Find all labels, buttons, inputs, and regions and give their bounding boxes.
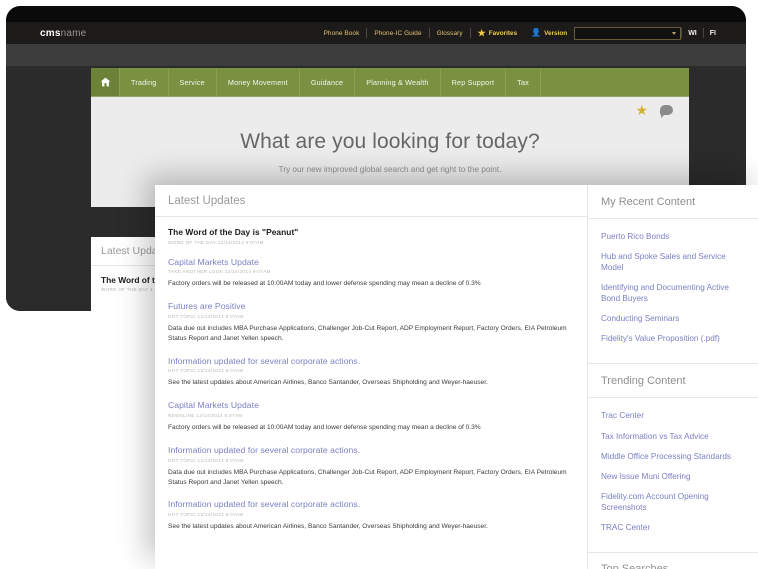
trending-content-list: Trac Center Tax Information vs Tax Advic… (588, 398, 758, 551)
hero-icon-group: ★ (635, 103, 673, 118)
screenshot-stage: cmsname Phone Book Phone-IC Guide Glossa… (0, 0, 758, 569)
update-title[interactable]: Futures are Positive (168, 301, 574, 312)
recent-item-link[interactable]: Hub and Spoke Sales and Service Model (601, 251, 745, 273)
update-meta: TAKE ANOTHER LOOK 12/14/2014 9:07AM (168, 269, 271, 275)
trending-content-section: Trending Content Trac Center Tax Informa… (588, 364, 758, 551)
chat-bubble-icon[interactable] (660, 105, 673, 118)
favorites-label: Favorites (488, 29, 518, 37)
update-description: Data due out includes MBA Purchase Appli… (168, 324, 567, 342)
nav-item-rep-support[interactable]: Rep Support (441, 68, 507, 96)
sidebar-panel: My Recent Content Puerto Rico Bonds Hub … (588, 185, 758, 569)
update-item[interactable]: Futures are Positive HOT TOPIC 12/14/201… (168, 301, 574, 344)
latest-updates-panel: Latest Updates The Word of the Day is "P… (155, 185, 588, 569)
update-item[interactable]: Capital Markets Update NEWSLINE 12/14/20… (168, 400, 574, 433)
nav-item-money-movement[interactable]: Money Movement (217, 68, 300, 96)
update-title[interactable]: Capital Markets Update (168, 257, 574, 268)
my-recent-content-header: My Recent Content (588, 185, 758, 219)
update-meta: HOT TOPIC 12/14/2014 9:07AM (168, 368, 244, 374)
update-item[interactable]: Capital Markets Update TAKE ANOTHER LOOK… (168, 257, 574, 290)
home-icon (100, 77, 110, 87)
trending-item-link[interactable]: Tax Information vs Tax Advice (601, 431, 745, 442)
nav-item-service[interactable]: Service (169, 68, 217, 96)
update-description: Data due out includes MBA Purchase Appli… (168, 468, 567, 486)
trending-item-link[interactable]: Middle Office Processing Standards (601, 451, 745, 462)
nav-home-button[interactable] (91, 68, 120, 96)
hero-title: What are you looking for today? (240, 130, 540, 153)
update-item[interactable]: Information updated for several corporat… (168, 445, 574, 488)
update-meta: WORD OF THE DAY 12/14/2014 9:07AM (168, 239, 264, 245)
update-title[interactable]: The Word of the Day is "Peanut" (168, 227, 574, 238)
trending-item-link[interactable]: TRAC Center (601, 522, 745, 533)
update-meta: HOT TOPIC 12/14/2014 9:07AM (168, 313, 244, 319)
latest-updates-header: Latest Updates (155, 185, 587, 217)
logo-light-text: name (60, 27, 87, 39)
logo-bold-text: cms (40, 27, 61, 39)
nav-item-trading[interactable]: Trading (120, 68, 169, 96)
my-recent-content-list: Puerto Rico Bonds Hub and Spoke Sales an… (588, 219, 758, 363)
update-meta: NEWSLINE 12/14/2014 9:07AM (168, 413, 243, 418)
update-description: Factory orders will be released at 10:00… (168, 280, 481, 288)
top-utility-bar: cmsname Phone Book Phone-IC Guide Glossa… (6, 22, 746, 44)
recent-item-link[interactable]: Fidelity's Value Proposition (.pdf) (601, 333, 745, 344)
top-link-glossary[interactable]: Glossary (430, 30, 470, 37)
favorites-button[interactable]: ★ Favorites (471, 27, 525, 38)
update-item[interactable]: Information updated for several corporat… (168, 499, 574, 532)
person-icon: 👤 (531, 28, 542, 37)
trending-item-link[interactable]: Trac Center (601, 410, 745, 421)
hero-subtitle: Try our new improved global search and g… (278, 165, 502, 174)
top-searches-header: Top Searches (588, 553, 758, 569)
update-description: Factory orders will be released at 10:00… (168, 424, 481, 431)
fi-label[interactable]: FI (704, 30, 722, 37)
main-nav-bar: Trading Service Money Movement Guidance … (91, 68, 689, 96)
update-title[interactable]: Information updated for several corporat… (168, 445, 574, 456)
trending-item-link[interactable]: Fidelity.com Account Opening Screenshots (601, 491, 745, 513)
star-icon[interactable]: ★ (635, 103, 648, 117)
top-searches-section: Top Searches (588, 553, 758, 569)
update-title[interactable]: Capital Markets Update (168, 400, 574, 411)
version-control[interactable]: 👤 Version (524, 29, 574, 37)
nav-item-tax[interactable]: Tax (506, 68, 541, 96)
nav-item-guidance[interactable]: Guidance (300, 68, 356, 96)
recent-item-link[interactable]: Identifying and Documenting Active Bond … (601, 282, 745, 304)
update-item[interactable]: The Word of the Day is "Peanut" WORD OF … (168, 227, 574, 245)
trending-item-link[interactable]: New Issue Muni Offering (601, 471, 745, 482)
top-link-phone-book[interactable]: Phone Book (317, 30, 367, 37)
app-logo[interactable]: cmsname (40, 28, 86, 39)
recent-item-link[interactable]: Conducting Seminars (601, 313, 745, 324)
nav-item-planning-wealth[interactable]: Planning & Wealth (355, 68, 441, 96)
wifi-label[interactable]: WI (682, 30, 703, 37)
top-right-nav: Phone Book Phone-IC Guide Glossary ★ Fav… (317, 26, 722, 40)
latest-updates-overlay: Latest Updates The Word of the Day is "P… (155, 185, 758, 569)
update-description: See the latest updates about American Ai… (168, 379, 488, 387)
version-select[interactable] (574, 26, 682, 40)
update-title[interactable]: Information updated for several corporat… (168, 499, 574, 510)
top-link-phone-ic-guide[interactable]: Phone-IC Guide (367, 30, 428, 37)
update-description: See the latest updates about American Ai… (168, 523, 488, 531)
gray-strip (6, 44, 746, 66)
updates-list: The Word of the Day is "Peanut" WORD OF … (155, 217, 587, 532)
nav-filler (541, 68, 689, 96)
update-meta: HOT TOPIC 12/14/2014 9:07AM (168, 457, 244, 463)
my-recent-content-section: My Recent Content Puerto Rico Bonds Hub … (588, 185, 758, 363)
star-icon: ★ (477, 27, 486, 38)
recent-item-link[interactable]: Puerto Rico Bonds (601, 231, 745, 242)
update-meta: HOT TOPIC 12/14/2014 9:07AM (168, 512, 244, 518)
trending-content-header: Trending Content (588, 364, 758, 399)
update-title[interactable]: Information updated for several corporat… (168, 356, 574, 367)
version-label: Version (544, 29, 568, 37)
update-item[interactable]: Information updated for several corporat… (168, 356, 574, 389)
